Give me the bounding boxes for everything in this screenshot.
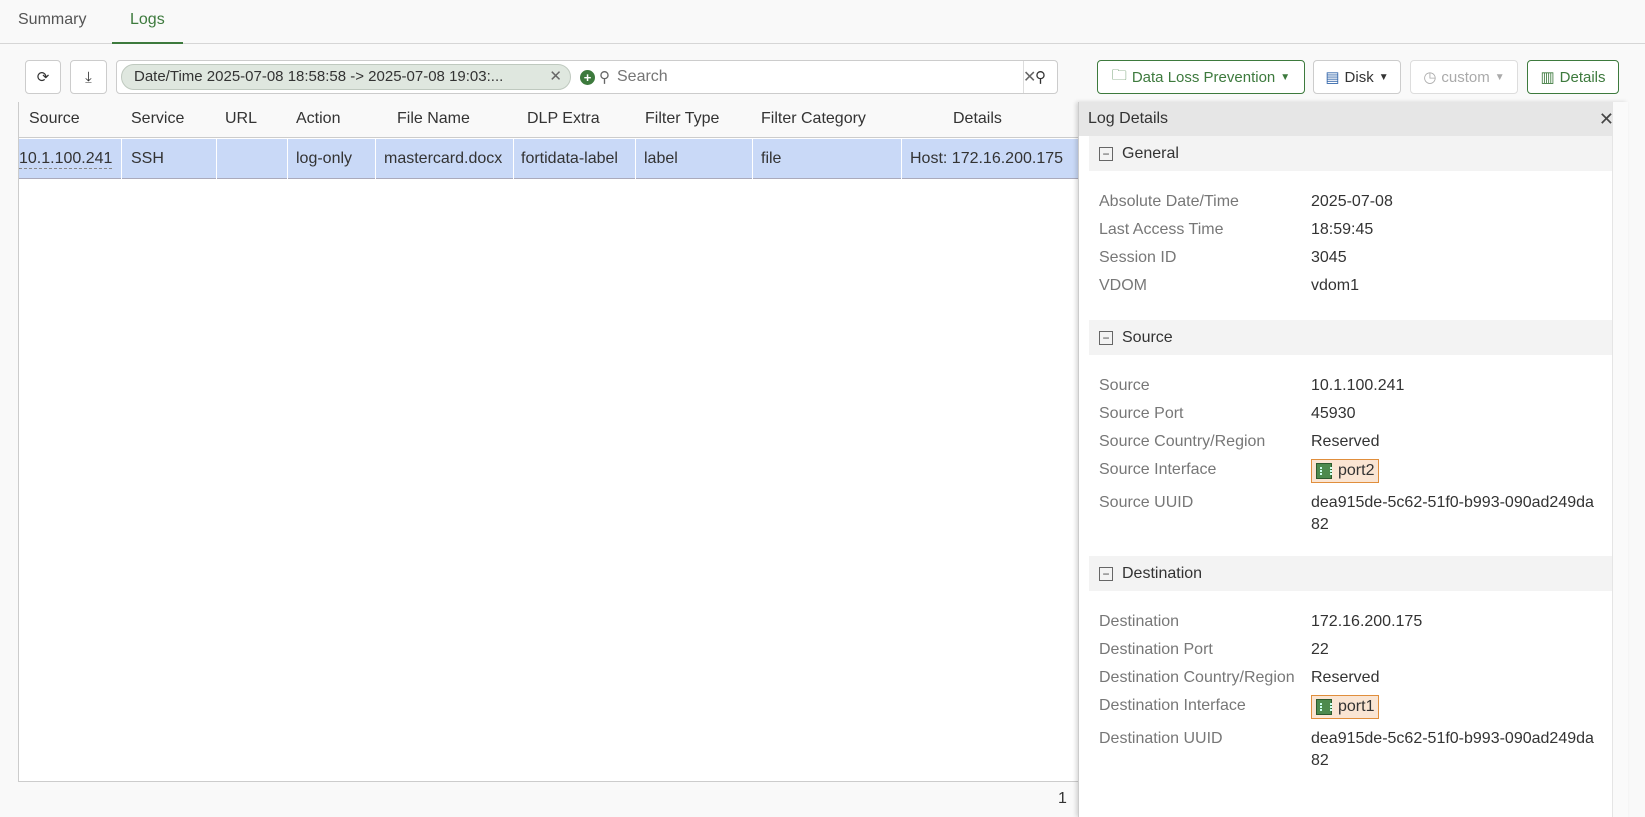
field-label: Destination Country/Region [1099,669,1295,686]
page-number: 1 [1058,790,1067,807]
cell-filter-type: label [644,150,678,167]
caret-down-icon: ▼ [1494,71,1505,83]
column-header[interactable]: Details [953,110,1002,128]
field-value: Reserved [1311,669,1380,686]
log-table: Source Service URL Action File Name DLP … [18,102,1080,782]
field-label: Destination [1099,613,1180,630]
column-header[interactable]: DLP Extra [527,110,600,128]
cell-filter-category: file [761,150,782,167]
time-range-dropdown[interactable]: ◷ custom ▼ [1410,60,1518,94]
field-label: Source UUID [1099,494,1194,511]
field-label: Last Access Time [1099,221,1224,238]
interface-badge[interactable]: port1 [1311,695,1380,719]
field-label: VDOM [1099,277,1147,294]
time-range-label: custom [1441,68,1490,86]
section-title: Source [1122,329,1173,346]
log-details-panel: Log Details ✕ − General Absolute Date/Time… [1078,102,1628,817]
layout-icon: ▥ [1540,69,1555,86]
field-value: 172.16.200.175 [1311,613,1423,630]
field-label: Destination UUID [1099,730,1223,747]
column-header[interactable]: Action [296,110,340,128]
table-row[interactable]: 10.1.100.241 SSH log-only mastercard.doc… [19,139,1079,179]
field-value: vdom1 [1311,277,1360,294]
field-value: dea915de-5c62-51f0-b993-090ad249da82 [1311,494,1594,533]
field-label: Source Port [1099,405,1184,422]
search-button[interactable]: ⚲ [1023,61,1057,93]
column-header[interactable]: File Name [397,110,470,128]
tab-bar: Summary Logs [0,0,1645,44]
storage-dropdown[interactable]: ▤ Disk ▼ [1313,60,1401,94]
section-general-header[interactable]: − General [1089,136,1614,171]
panel-title: Log Details [1088,110,1169,127]
field-label: Destination Port [1099,641,1213,658]
field-value: 45930 [1311,405,1356,422]
caret-down-icon: ▼ [1378,71,1389,83]
download-button[interactable]: ⤓ [70,60,107,94]
column-header[interactable]: Filter Type [645,110,719,128]
field-value: port1 [1338,698,1375,715]
refresh-icon: ⟳ [36,69,50,86]
column-header[interactable]: URL [225,110,257,128]
search-input[interactable] [617,67,997,87]
refresh-button[interactable]: ⟳ [25,60,61,94]
field-value: 3045 [1311,249,1347,266]
field-label: Source [1099,377,1150,394]
folder-icon: 🗀 [1111,66,1127,84]
field-value: 2025-07-08 [1311,193,1393,210]
add-filter-icon[interactable]: + [580,70,595,85]
disk-icon: ▤ [1325,69,1340,86]
details-label: Details [1559,68,1606,86]
field-label: Session ID [1099,249,1177,266]
field-label: Source Country/Region [1099,433,1266,450]
section-destination-header[interactable]: − Destination [1089,556,1614,591]
field-value: port2 [1338,462,1375,479]
search-icon: ⚲ [599,69,610,86]
field-value: 22 [1311,641,1329,658]
column-header[interactable]: Source [29,110,80,128]
cell-details: Host: 172.16.200.175 [910,150,1064,167]
search-bar: Date/Time 2025-07-08 18:58:58 -> 2025-07… [116,60,1058,94]
tab-summary[interactable]: Summary [0,0,104,44]
log-type-dropdown[interactable]: 🗀 Data Loss Prevention ▼ [1097,60,1305,94]
field-value: 18:59:45 [1311,221,1374,238]
download-icon: ⤓ [85,68,92,86]
cell-file-name: mastercard.docx [384,150,503,167]
collapse-icon[interactable]: − [1099,330,1113,345]
tab-logs[interactable]: Logs [112,0,183,44]
field-value: Reserved [1311,433,1380,450]
cell-action: log-only [296,150,353,167]
section-title: Destination [1122,565,1203,582]
search-icon: ⚲ [1035,69,1046,86]
filter-chip-label: Date/Time 2025-07-08 18:58:58 -> 2025-07… [134,68,504,85]
port-icon [1316,699,1332,715]
field-value: dea915de-5c62-51f0-b993-090ad249da82 [1311,730,1594,769]
panel-scrollbar[interactable] [1612,102,1628,817]
details-toggle-button[interactable]: ▥ Details [1527,60,1619,94]
caret-down-icon: ▼ [1280,71,1291,83]
storage-label: Disk [1344,68,1374,86]
field-label: Destination Interface [1099,697,1246,714]
remove-filter-icon[interactable]: ✕ [549,65,562,89]
port-icon [1316,463,1332,479]
field-label: Source Interface [1099,461,1217,478]
panel-header: Log Details ✕ [1079,102,1628,136]
column-header[interactable]: Service [131,110,184,128]
cell-dlp-extra: fortidata-label [521,150,618,167]
cell-service: SSH [131,150,164,167]
log-type-label: Data Loss Prevention [1131,68,1276,86]
section-title: General [1122,145,1179,162]
field-label: Absolute Date/Time [1099,193,1239,210]
cell-source[interactable]: 10.1.100.241 [19,150,113,169]
collapse-icon[interactable]: − [1099,566,1113,581]
datetime-filter-chip[interactable]: Date/Time 2025-07-08 18:58:58 -> 2025-07… [121,64,571,90]
section-source-header[interactable]: − Source [1089,320,1614,355]
interface-badge[interactable]: port2 [1311,459,1380,483]
column-header[interactable]: Filter Category [761,110,866,128]
collapse-icon[interactable]: − [1099,146,1113,161]
field-value: 10.1.100.241 [1311,377,1405,394]
clock-icon: ◷ [1423,69,1437,86]
table-header: Source Service URL Action File Name DLP … [19,102,1079,138]
